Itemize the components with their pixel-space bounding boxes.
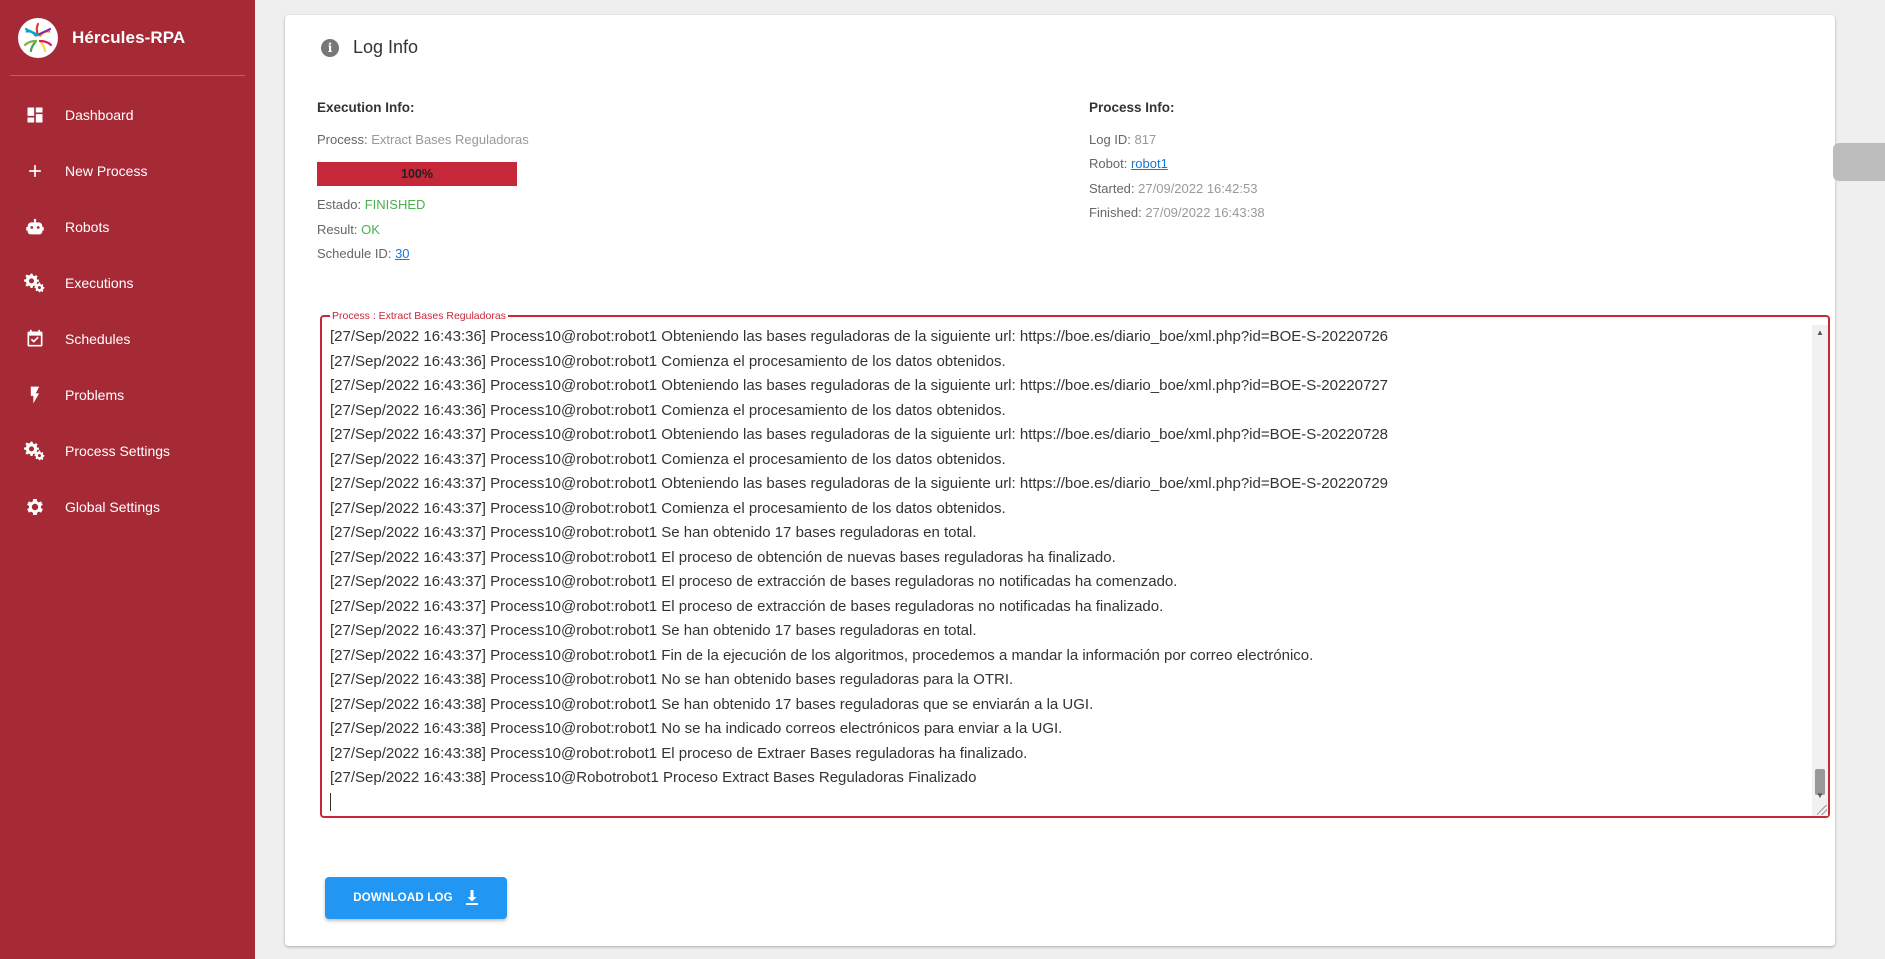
plus-icon: [22, 158, 48, 184]
log-id-label: Log ID:: [1089, 132, 1131, 147]
sidebar-item-problems[interactable]: Problems: [0, 367, 255, 423]
log-line: [27/Sep/2022 16:43:38] Process10@robot:r…: [330, 695, 1094, 713]
log-line: [27/Sep/2022 16:43:37] Process10@robot:r…: [330, 622, 977, 639]
dashboard-icon: [22, 102, 48, 128]
started-line: Started: 27/09/2022 16:42:53: [1089, 181, 1257, 196]
started-label: Started:: [1089, 181, 1135, 196]
finished-value: 27/09/2022 16:43:38: [1145, 205, 1265, 220]
robot-link[interactable]: robot1: [1131, 156, 1168, 171]
sidebar-item-schedules[interactable]: Schedules: [0, 311, 255, 367]
sidebar-item-label: Problems: [65, 387, 125, 403]
log-line: [27/Sep/2022 16:43:37] Process10@robot:r…: [330, 475, 1389, 492]
robot-label: Robot:: [1089, 156, 1128, 171]
card-header: i Log Info: [321, 37, 418, 58]
log-line: [27/Sep/2022 16:43:38] Process10@robot:r…: [330, 671, 1014, 688]
log-line: [27/Sep/2022 16:43:37] Process10@robot:r…: [330, 426, 1389, 443]
page-title: Log Info: [353, 37, 419, 57]
log-line: [27/Sep/2022 16:43:37] Process10@robot:r…: [330, 499, 1006, 517]
log-fieldset: Process : Extract Bases Reguladoras [27/…: [320, 310, 1830, 818]
result-value: OK: [361, 222, 380, 237]
log-line: [27/Sep/2022 16:43:36] Process10@robot:r…: [330, 401, 1006, 419]
schedule-line: Schedule ID: 30: [317, 246, 410, 261]
brand[interactable]: Hércules-RPA: [10, 0, 245, 76]
schedule-label: Schedule ID:: [317, 246, 392, 261]
finished-line: Finished: 27/09/2022 16:43:38: [1089, 205, 1265, 220]
bolt-icon: [22, 382, 48, 408]
started-value: 27/09/2022 16:42:53: [1138, 181, 1258, 196]
sidebar-item-label: Executions: [65, 275, 134, 291]
sidebar-item-label: Global Settings: [65, 499, 160, 515]
log-line: [27/Sep/2022 16:43:36] Process10@robot:r…: [330, 377, 1389, 394]
log-line: [27/Sep/2022 16:43:37] Process10@robot:r…: [330, 646, 1314, 664]
result-label: Result:: [317, 222, 358, 237]
text-caret: [330, 792, 331, 811]
gear-icon: [22, 494, 48, 520]
download-icon: [465, 890, 478, 905]
robot-line: Robot: robot1: [1089, 156, 1168, 171]
log-scrollbar[interactable]: ▲ ▼: [1812, 325, 1828, 816]
sidebar: Hércules-RPA Dashboard New Process Robot…: [0, 0, 255, 959]
download-log-label: DOWNLOAD LOG: [353, 892, 453, 904]
estado-label: Estado:: [317, 197, 362, 212]
sidebar-item-label: New Process: [65, 163, 148, 179]
process-info-heading: Process Info:: [1089, 100, 1175, 115]
log-textarea[interactable]: [27/Sep/2022 16:43:36] Process10@robot:r…: [330, 325, 1810, 812]
app-logo: [18, 17, 58, 58]
log-line: [27/Sep/2022 16:43:37] Process10@robot:r…: [330, 548, 1116, 566]
sidebar-item-label: Process Settings: [65, 443, 171, 459]
progress-label: 100%: [401, 167, 433, 181]
status-badge: FINISHED: [364, 197, 426, 212]
info-icon: i: [321, 38, 339, 57]
sidebar-item-executions[interactable]: Executions: [0, 255, 255, 311]
estado-line: Estado: FINISHED: [317, 197, 425, 212]
sidebar-item-label: Schedules: [65, 331, 131, 347]
log-line: [27/Sep/2022 16:43:36] Process10@robot:r…: [330, 328, 1389, 345]
log-line: [27/Sep/2022 16:43:36] Process10@robot:r…: [330, 352, 1006, 370]
resize-grip-icon[interactable]: [1817, 805, 1827, 815]
scroll-up-arrow-icon[interactable]: ▲: [1812, 325, 1828, 339]
process-label: Process:: [317, 132, 368, 147]
log-line: [27/Sep/2022 16:43:37] Process10@robot:r…: [330, 524, 977, 541]
scroll-down-arrow-icon[interactable]: ▼: [1812, 788, 1828, 802]
progress-bar: 100%: [317, 162, 517, 186]
log-line: [27/Sep/2022 16:43:38] Process10@robot:r…: [330, 744, 1028, 762]
log-line: [27/Sep/2022 16:43:38] Process10@robot:r…: [330, 720, 1063, 737]
side-drawer-tab[interactable]: [1833, 143, 1885, 181]
log-line: [27/Sep/2022 16:43:38] Process10@Robotro…: [330, 769, 977, 786]
sidebar-item-dashboard[interactable]: Dashboard: [0, 87, 255, 143]
sidebar-item-label: Robots: [65, 219, 110, 235]
result-line: Result: OK: [317, 222, 380, 237]
log-line: [27/Sep/2022 16:43:37] Process10@robot:r…: [330, 597, 1164, 615]
execution-info-heading: Execution Info:: [317, 100, 415, 115]
sidebar-item-robots[interactable]: Robots: [0, 199, 255, 255]
finished-label: Finished:: [1089, 205, 1142, 220]
sidebar-nav: Dashboard New Process Robots Executions …: [0, 87, 255, 535]
sidebar-item-label: Dashboard: [65, 107, 134, 123]
download-log-button[interactable]: DOWNLOAD LOG: [325, 877, 507, 919]
log-id-value: 817: [1134, 132, 1157, 147]
gears-icon: [22, 438, 48, 464]
app-name: Hércules-RPA: [72, 27, 186, 47]
log-legend: Process : Extract Bases Reguladoras: [330, 310, 508, 322]
sidebar-item-process-settings[interactable]: Process Settings: [0, 423, 255, 479]
process-value: Extract Bases Reguladoras: [371, 132, 529, 147]
log-line: [27/Sep/2022 16:43:37] Process10@robot:r…: [330, 450, 1006, 468]
sidebar-item-global-settings[interactable]: Global Settings: [0, 479, 255, 535]
log-line: [27/Sep/2022 16:43:37] Process10@robot:r…: [330, 573, 1178, 590]
calendar-check-icon: [22, 326, 48, 352]
gears-icon: [22, 270, 48, 296]
robot-icon: [22, 214, 48, 240]
schedule-id-link[interactable]: 30: [395, 246, 409, 261]
log-id-line: Log ID: 817: [1089, 132, 1156, 147]
log-info-card: i Log Info Execution Info: Process: Extr…: [285, 15, 1835, 946]
process-line: Process: Extract Bases Reguladoras: [317, 132, 529, 147]
sidebar-item-new-process[interactable]: New Process: [0, 143, 255, 199]
